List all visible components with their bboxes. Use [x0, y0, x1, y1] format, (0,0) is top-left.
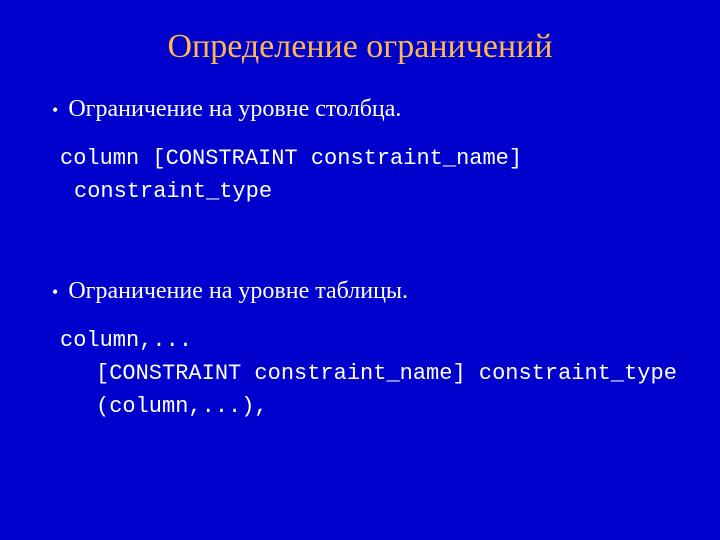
slide: Определение ограничений • Ограничение на…: [0, 0, 720, 540]
bullet-marker: •: [52, 278, 58, 306]
code-block-table: column,... [CONSTRAINT constraint_name] …: [60, 324, 680, 423]
section-gap: [40, 216, 680, 278]
code-line: (column,...),: [60, 390, 680, 423]
bullet-column-level: • Ограничение на уровне столбца.: [52, 96, 680, 124]
bullet-text: Ограничение на уровне таблицы.: [68, 278, 408, 305]
code-line: [CONSTRAINT constraint_name] constraint_…: [60, 357, 680, 390]
slide-title: Определение ограничений: [40, 28, 680, 66]
bullet-table-level: • Ограничение на уровне таблицы.: [52, 278, 680, 306]
code-line: column,...: [60, 324, 680, 357]
bullet-marker: •: [52, 96, 58, 124]
code-line: constraint_type: [60, 175, 680, 208]
code-line: column [CONSTRAINT constraint_name]: [60, 142, 680, 175]
bullet-text: Ограничение на уровне столбца.: [68, 96, 401, 123]
code-block-column: column [CONSTRAINT constraint_name] cons…: [60, 142, 680, 208]
